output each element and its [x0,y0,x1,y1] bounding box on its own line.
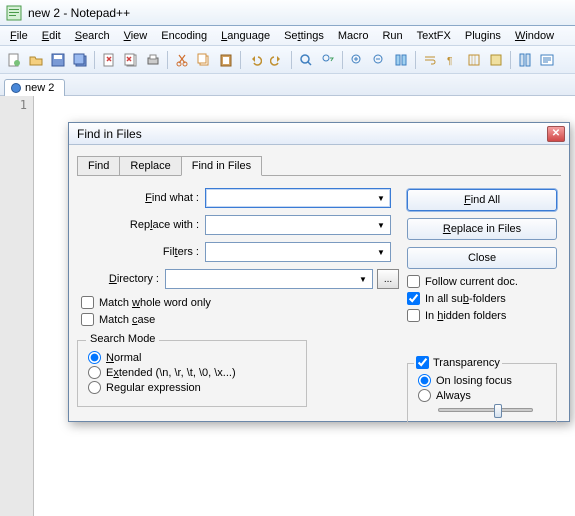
menu-view[interactable]: View [118,28,154,44]
tab-find[interactable]: Find [77,156,120,176]
transparency-slider[interactable] [438,408,533,412]
filters-input[interactable]: ▼ [205,242,391,262]
dialog-titlebar[interactable]: Find in Files ✕ [69,123,569,145]
follow-current-checkbox[interactable]: Follow current doc. [407,275,557,288]
doc-map-icon[interactable] [515,50,535,70]
chevron-down-icon[interactable]: ▼ [374,191,388,205]
filters-label: Filters : [77,246,205,258]
search-mode-group: Search Mode Normal Extended (\n, \r, \t,… [77,340,307,407]
menu-window[interactable]: Window [509,28,560,44]
directory-label: Directory : [77,273,165,285]
zoom-in-icon[interactable] [347,50,367,70]
svg-text:¶: ¶ [447,56,452,67]
find-what-label: Find what : [77,192,205,204]
find-icon[interactable] [296,50,316,70]
toolbar: ¶ [0,46,575,74]
sync-v-icon[interactable] [391,50,411,70]
close-button[interactable]: Close [407,247,557,269]
chevron-down-icon[interactable]: ▼ [356,272,370,286]
cut-icon[interactable] [172,50,192,70]
menu-textfx[interactable]: TextFX [411,28,457,44]
redo-icon[interactable] [267,50,287,70]
menu-settings[interactable]: Settings [278,28,330,44]
replace-with-label: Replace with : [77,219,205,231]
browse-directory-button[interactable]: ... [377,269,399,289]
radio-extended[interactable]: Extended (\n, \r, \t, \0, \x...) [88,366,296,379]
toolbar-separator [94,51,95,69]
show-chars-icon[interactable]: ¶ [442,50,462,70]
dialog-close-button[interactable]: ✕ [547,126,565,142]
radio-normal[interactable]: Normal [88,351,296,364]
toolbar-separator [240,51,241,69]
save-all-icon[interactable] [70,50,90,70]
func-list-icon[interactable] [537,50,557,70]
slider-thumb[interactable] [494,404,502,418]
zoom-out-icon[interactable] [369,50,389,70]
menu-encoding[interactable]: Encoding [155,28,213,44]
toolbar-separator [342,51,343,69]
transparency-group: Transparency On losing focus Always [407,363,557,423]
app-icon [6,5,22,21]
wrap-icon[interactable] [420,50,440,70]
menu-run[interactable]: Run [376,28,408,44]
new-file-icon[interactable] [4,50,24,70]
menu-file[interactable]: File [4,28,34,44]
find-all-button[interactable]: Find All [407,189,557,211]
line-number: 1 [6,98,27,112]
replace-in-files-button[interactable]: Replace in Files [407,218,557,240]
radio-regex[interactable]: Regular expression [88,381,296,394]
window-titlebar: new 2 - Notepad++ [0,0,575,26]
copy-icon[interactable] [194,50,214,70]
toolbar-separator [291,51,292,69]
close-icon[interactable] [99,50,119,70]
line-gutter: 1 [0,96,34,516]
find-in-files-dialog: Find in Files ✕ Find Replace Find in Fil… [68,122,570,422]
chevron-down-icon[interactable]: ▼ [374,218,388,232]
replace-with-input[interactable]: ▼ [205,215,391,235]
menu-plugins[interactable]: Plugins [459,28,507,44]
dialog-title: Find in Files [77,127,142,141]
indent-guide-icon[interactable] [464,50,484,70]
chevron-down-icon[interactable]: ▼ [374,245,388,259]
lang-icon[interactable] [486,50,506,70]
file-modified-icon [11,83,21,93]
replace-icon[interactable] [318,50,338,70]
menu-edit[interactable]: Edit [36,28,67,44]
open-file-icon[interactable] [26,50,46,70]
menu-macro[interactable]: Macro [332,28,375,44]
toolbar-separator [415,51,416,69]
search-mode-legend: Search Mode [86,333,159,345]
menu-search[interactable]: Search [69,28,116,44]
window-title: new 2 - Notepad++ [28,6,130,20]
save-icon[interactable] [48,50,68,70]
file-tab[interactable]: new 2 [4,79,65,96]
tab-find-in-files[interactable]: Find in Files [181,156,262,176]
paste-icon[interactable] [216,50,236,70]
radio-on-losing-focus[interactable]: On losing focus [418,374,546,387]
hidden-folders-checkbox[interactable]: In hidden folders [407,309,557,322]
print-icon[interactable] [143,50,163,70]
transparency-legend[interactable]: Transparency [414,356,502,369]
find-what-input[interactable]: ▼ [205,188,391,208]
radio-always[interactable]: Always [418,389,546,402]
sub-folders-checkbox[interactable]: In all sub-folders [407,292,557,305]
file-tabs: new 2 [0,74,575,96]
close-all-icon[interactable] [121,50,141,70]
menubar: File Edit Search View Encoding Language … [0,26,575,46]
tab-replace[interactable]: Replace [119,156,181,176]
dialog-tabs: Find Replace Find in Files [77,155,561,176]
file-tab-label: new 2 [25,82,54,94]
toolbar-separator [167,51,168,69]
directory-input[interactable]: ▼ [165,269,373,289]
toolbar-separator [510,51,511,69]
undo-icon[interactable] [245,50,265,70]
menu-language[interactable]: Language [215,28,276,44]
